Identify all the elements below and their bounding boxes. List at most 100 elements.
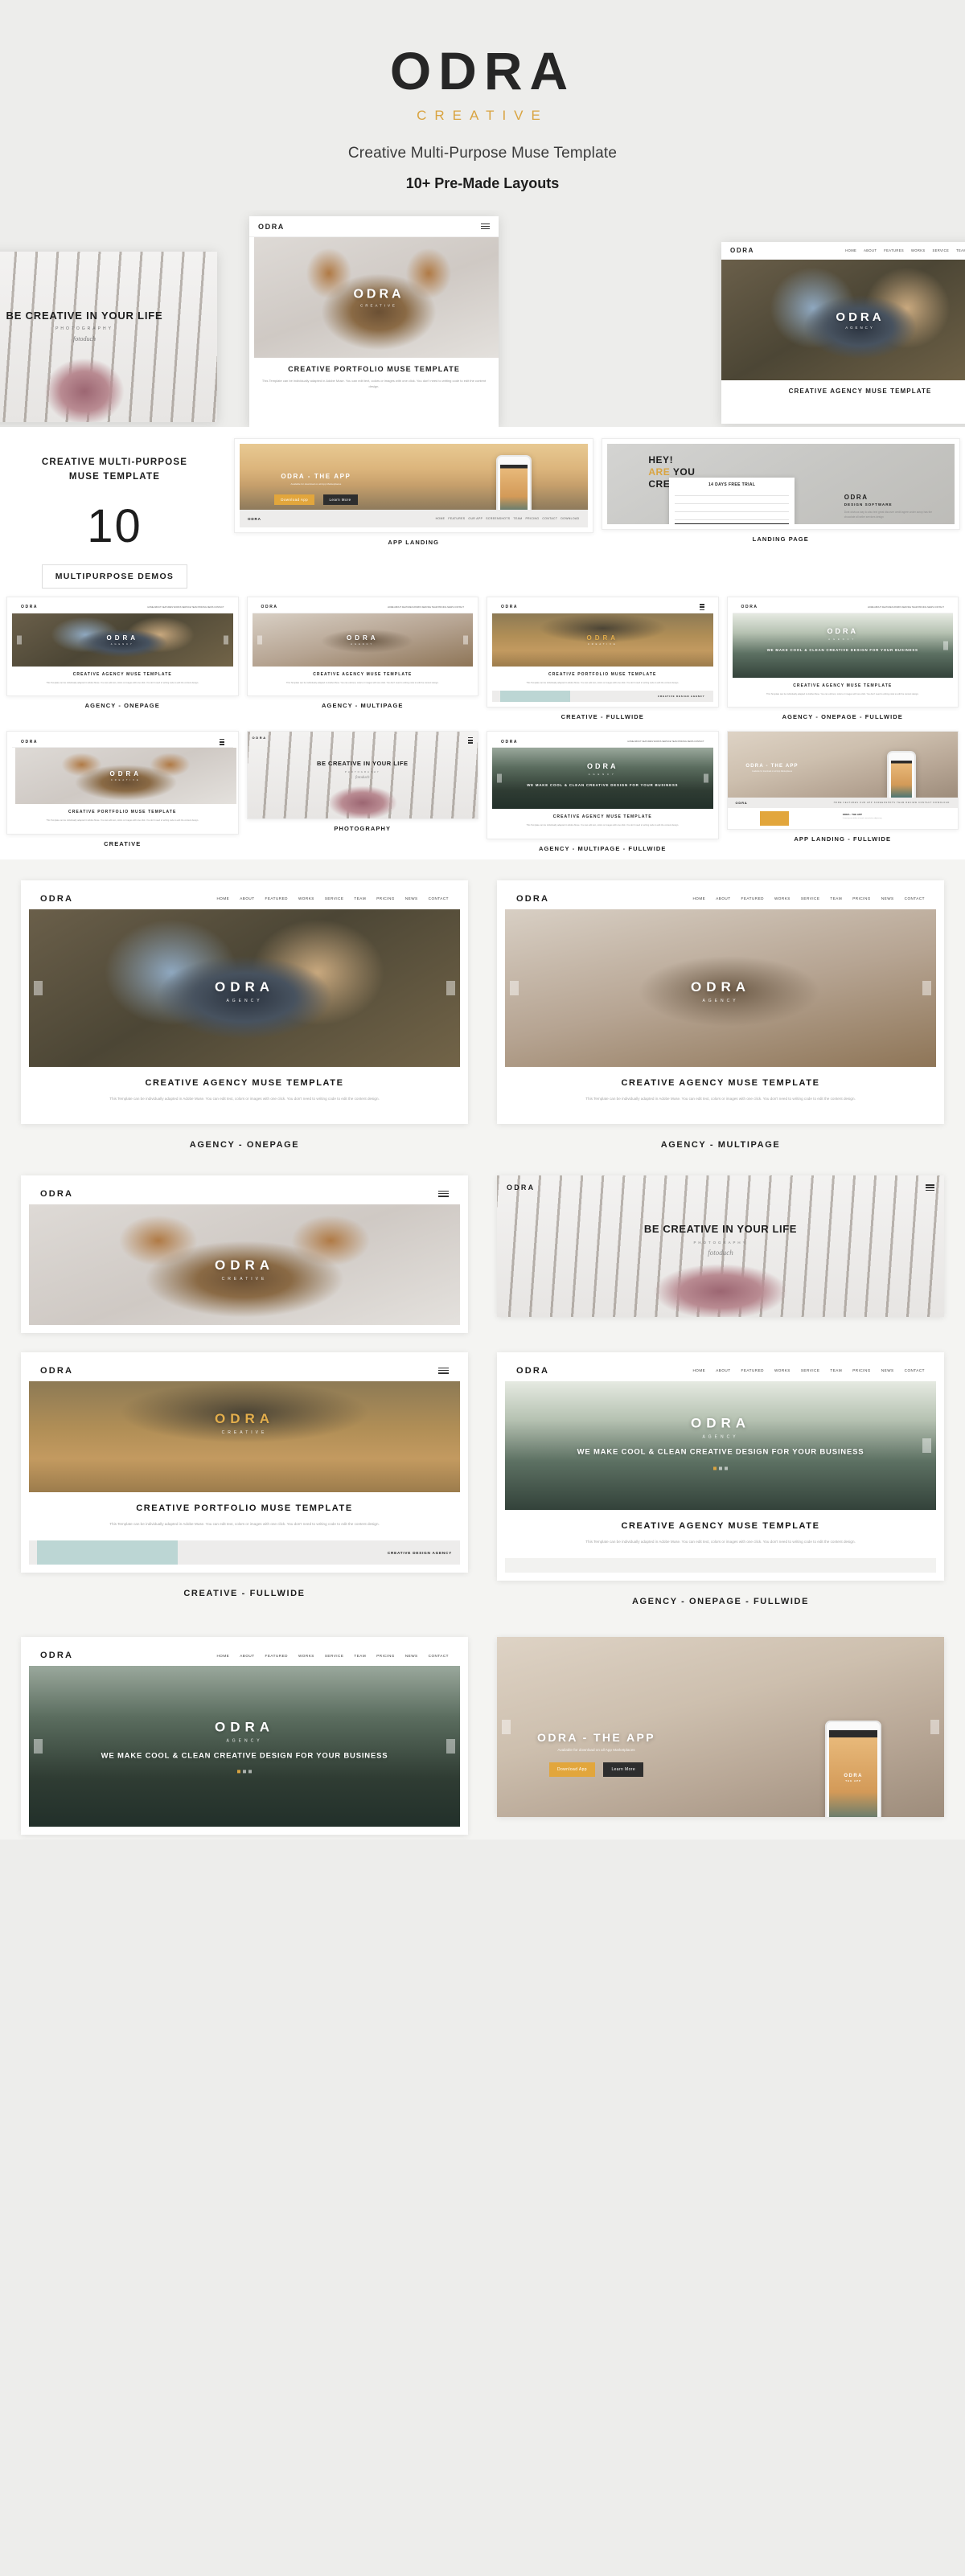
thumbnail-agency-multipage[interactable]: ODRA HOME ABOUT FEATURES WORKS SERVICE TE… xyxy=(246,596,478,728)
nav-item-pricing[interactable]: PRICING xyxy=(852,1368,871,1372)
big-preview-agency-onepage-fullwide[interactable]: ODRA HOME ABOUT FEATURED WORKS SERVICE T… xyxy=(497,1352,944,1628)
carousel-next-arrow[interactable] xyxy=(943,641,948,650)
carousel-prev-arrow[interactable] xyxy=(502,1720,511,1735)
thumbnail-app-landing-fullwide[interactable]: ODRA - THE APP Available for download on… xyxy=(726,731,959,859)
nav-item-pricing[interactable]: PRICING xyxy=(376,1654,395,1658)
hamburger-menu-icon[interactable] xyxy=(699,603,704,612)
form-field-name[interactable] xyxy=(675,491,790,496)
big-preview-agency-multipage[interactable]: ODRA HOME ABOUT FEATURED WORKS SERVICE T… xyxy=(497,880,944,1171)
preview-navbar[interactable]: ODRA HOME ABOUT FEATURED WORKS SERVICE T… xyxy=(29,1645,460,1667)
thumbnail-agency-onepage-fullwide[interactable]: ODRA HOME ABOUT FEATURES WORKS SERVICE TE… xyxy=(726,596,959,728)
nav-item-pricing[interactable]: PRICING xyxy=(852,896,871,900)
nav-item-news[interactable]: NEWS xyxy=(881,896,894,900)
preview-nav[interactable]: HOME ABOUT FEATURED WORKS SERVICE TEAM P… xyxy=(216,896,449,900)
nav-item-featured[interactable]: FEATURED xyxy=(741,896,764,900)
preview-navbar[interactable]: ODRA xyxy=(29,1183,460,1204)
thumbnail-agency-multipage-fullwide[interactable]: ODRA HOME ABOUT FEATURES WORKS SERVICE TE… xyxy=(487,731,719,859)
carousel-next-arrow[interactable] xyxy=(703,773,708,783)
form-field-email[interactable] xyxy=(675,507,790,512)
nav-item-team[interactable]: TEAM xyxy=(354,896,366,900)
nav-item[interactable]: WORKS xyxy=(911,248,925,252)
thumbnail-app-landing[interactable]: ODRA - THE APP Available for download on… xyxy=(234,438,593,553)
nav-item-contact[interactable]: CONTACT xyxy=(905,896,925,900)
agency-mockup-navbar[interactable]: ODRA HOME ABOUT FEATURES WORKS SERVICE T… xyxy=(721,242,965,260)
nav-item[interactable]: SERVICE xyxy=(932,248,949,252)
mid-preview-creative[interactable]: ODRA ODRA CREATIVE xyxy=(21,1175,468,1333)
bottom-preview-agency-multipage-fullwide[interactable]: ODRA HOME ABOUT FEATURED WORKS SERVICE T… xyxy=(21,1637,468,1836)
nav-item-service[interactable]: SERVICE xyxy=(801,1368,820,1372)
nav-item-service[interactable]: SERVICE xyxy=(325,1654,344,1658)
preview-nav[interactable]: HOME ABOUT FEATURED WORKS SERVICE TEAM P… xyxy=(216,1654,449,1658)
preview-nav[interactable]: HOME ABOUT FEATURED WORKS SERVICE TEAM P… xyxy=(692,896,925,900)
download-app-button[interactable]: Download App xyxy=(274,494,315,506)
carousel-prev-arrow[interactable] xyxy=(497,773,502,783)
carousel-next-arrow[interactable] xyxy=(223,635,228,645)
carousel-next-arrow[interactable] xyxy=(463,635,468,645)
trial-signup-form[interactable]: 14 DAYS FREE TRIAL xyxy=(669,478,795,524)
learn-more-button[interactable]: Learn More xyxy=(603,1762,644,1777)
big-preview-agency-onepage[interactable]: ODRA HOME ABOUT FEATURED WORKS SERVICE T… xyxy=(21,880,468,1171)
nav-item-news[interactable]: NEWS xyxy=(405,1654,418,1658)
nav-item-works[interactable]: WORKS xyxy=(774,896,790,900)
carousel-prev-arrow[interactable] xyxy=(34,1739,43,1754)
nav-item-featured[interactable]: FEATURED xyxy=(265,896,288,900)
nav-item-news[interactable]: NEWS xyxy=(881,1368,894,1372)
carousel-dots[interactable] xyxy=(29,1770,460,1774)
nav-item-works[interactable]: WORKS xyxy=(298,1654,314,1658)
nav-item-contact[interactable]: CONTACT xyxy=(429,896,449,900)
nav-item-about[interactable]: ABOUT xyxy=(240,896,254,900)
download-app-button[interactable]: Download App xyxy=(548,1762,595,1777)
carousel-prev-arrow[interactable] xyxy=(17,635,22,645)
nav-item-featured[interactable]: FEATURED xyxy=(265,1654,288,1658)
hero-mockup-photography[interactable]: BE CREATIVE IN YOUR LIFE PHOTOGRAPHY fot… xyxy=(0,252,217,422)
nav-item[interactable]: HOME xyxy=(845,248,856,252)
big-preview-creative-fullwide[interactable]: ODRA ODRA CREATIVE CREATIVE PORTFOLIO MU… xyxy=(21,1352,468,1628)
nav-item-service[interactable]: SERVICE xyxy=(325,896,344,900)
preview-nav[interactable]: HOME ABOUT FEATURED WORKS SERVICE TEAM P… xyxy=(692,1368,925,1372)
carousel-prev-arrow[interactable] xyxy=(34,980,43,995)
hamburger-menu-icon[interactable] xyxy=(481,222,490,231)
nav-item-news[interactable]: NEWS xyxy=(405,896,418,900)
nav-item-home[interactable]: HOME xyxy=(216,896,229,900)
carousel-dots[interactable] xyxy=(505,1466,936,1470)
mid-preview-photography[interactable]: ODRA BE CREATIVE IN YOUR LIFE PHOTOGRAPH… xyxy=(497,1175,944,1333)
nav-item-home[interactable]: HOME xyxy=(692,896,705,900)
carousel-next-arrow[interactable] xyxy=(446,980,455,995)
hamburger-menu-icon[interactable] xyxy=(438,1189,449,1198)
hamburger-menu-icon[interactable] xyxy=(468,736,473,744)
hero-mockup-agency[interactable]: ODRA HOME ABOUT FEATURES WORKS SERVICE T… xyxy=(721,242,965,424)
nav-item-about[interactable]: ABOUT xyxy=(240,1654,254,1658)
nav-item-works[interactable]: WORKS xyxy=(774,1368,790,1372)
nav-item-about[interactable]: ABOUT xyxy=(716,896,730,900)
nav-item-home[interactable]: HOME xyxy=(216,1654,229,1658)
carousel-prev-arrow[interactable] xyxy=(257,635,262,645)
thumbnail-agency-onepage[interactable]: ODRA HOME ABOUT FEATURES WORKS SERVICE TE… xyxy=(6,596,239,728)
learn-more-button[interactable]: Learn More xyxy=(322,494,358,506)
portfolio-mockup-navbar[interactable]: ODRA xyxy=(249,216,499,237)
nav-item-works[interactable]: WORKS xyxy=(298,896,314,900)
nav-item-home[interactable]: HOME xyxy=(692,1368,705,1372)
nav-item-contact[interactable]: CONTACT xyxy=(905,1368,925,1372)
carousel-next-arrow[interactable] xyxy=(922,980,931,995)
nav-item-service[interactable]: SERVICE xyxy=(801,896,820,900)
nav-item[interactable]: FEATURES xyxy=(884,248,904,252)
nav-item[interactable]: ABOUT xyxy=(864,248,877,252)
hamburger-menu-icon[interactable] xyxy=(926,1183,934,1192)
bottom-preview-app-landing-fullwide[interactable]: ODRA - THE APP Available for download on… xyxy=(497,1637,944,1835)
thumbnail-landing-page[interactable]: HEY! ARE YOU CREATIVE! 14 DAYS FREE TRIA… xyxy=(601,438,960,553)
carousel-next-arrow[interactable] xyxy=(930,1720,939,1735)
preview-navbar[interactable]: ODRA HOME ABOUT FEATURED WORKS SERVICE T… xyxy=(505,888,936,909)
nav-item-contact[interactable]: CONTACT xyxy=(429,1654,449,1658)
nav-item[interactable]: TEAM xyxy=(956,248,965,252)
nav-item-team[interactable]: TEAM xyxy=(830,896,842,900)
carousel-next-arrow[interactable] xyxy=(922,1438,931,1453)
form-field-lastname[interactable] xyxy=(675,499,790,504)
agency-mockup-nav[interactable]: HOME ABOUT FEATURES WORKS SERVICE TEAM P… xyxy=(845,248,965,252)
nav-item-about[interactable]: ABOUT xyxy=(716,1368,730,1372)
hero-mockup-portfolio[interactable]: ODRA ODRA CREATIVE CREATIVE PORTFOLIO MU… xyxy=(249,216,499,427)
nav-item-featured[interactable]: FEATURED xyxy=(741,1368,764,1372)
thumbnail-creative-fullwide[interactable]: ODRA ODRA CREATIVE CREATIVE PORTFOLIO MUS… xyxy=(487,596,719,728)
app-landing-footer-nav[interactable]: ODRA HOME FEATURES OUR APP SCREENSHOTS T… xyxy=(240,510,588,527)
trial-send-button[interactable] xyxy=(675,523,790,524)
thumbnail-creative[interactable]: ODRA ODRA CREATIVE CREATIVE PORTFOLIO MUS… xyxy=(6,731,239,859)
